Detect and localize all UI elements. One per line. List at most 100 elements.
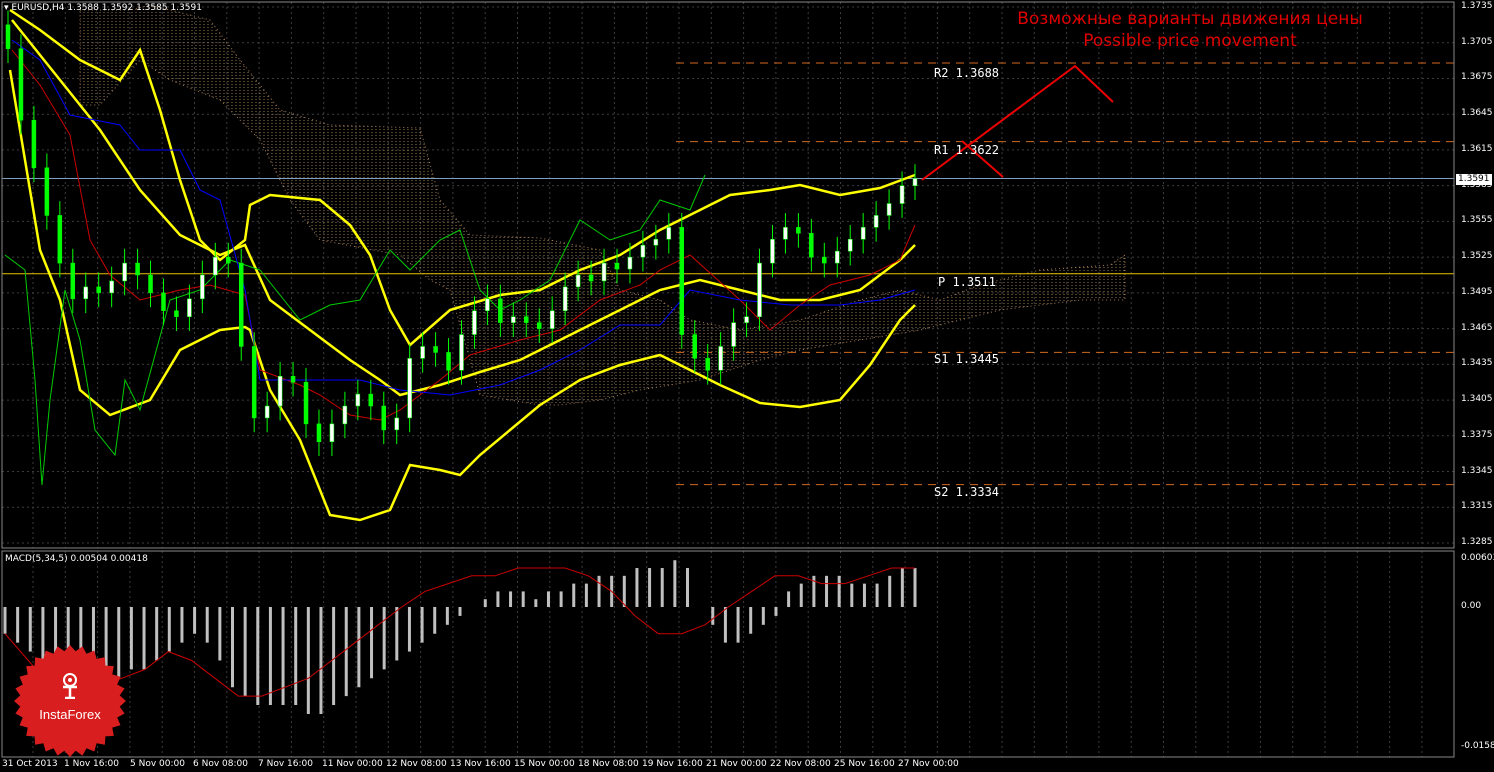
time-tick: 12 Nov 08:00: [386, 759, 447, 769]
candle-bull: [485, 298, 490, 311]
candle-bull: [575, 274, 581, 288]
bollinger-lower: [8, 69, 916, 522]
candle-bear: [5, 24, 11, 49]
candle-bull: [562, 286, 568, 311]
chart-header: ▾ EURUSD,H4 1.3588 1.3592 1.3585 1.3591: [4, 3, 202, 13]
time-tick: 11 Nov 00:00: [322, 759, 383, 769]
macd-signal-line: [4, 567, 915, 697]
candle-bull: [886, 203, 892, 216]
candle-bull: [744, 316, 749, 323]
candle-bull: [912, 178, 918, 186]
time-tick: 19 Nov 16:00: [642, 759, 703, 769]
time-tick: 15 Nov 00:00: [514, 759, 575, 769]
symbol-label: EURUSD,H4: [11, 3, 65, 13]
candle-bull: [394, 417, 399, 431]
time-tick: 25 Nov 16:00: [834, 759, 895, 769]
time-tick: 6 Nov 08:00: [193, 759, 248, 769]
candle-bear: [251, 346, 257, 419]
candle-bull: [277, 375, 283, 407]
time-tick: 1 Nov 16:00: [64, 759, 119, 769]
candle-bull: [420, 346, 425, 359]
candle-bull: [666, 227, 672, 240]
bollinger-upper: [9, 8, 916, 347]
price-tick: 1.3345: [1461, 465, 1493, 476]
candle-bear: [316, 423, 322, 443]
macd-header: MACD(5,34,5) 0.00504 0.00418: [5, 554, 148, 564]
candle-bear: [692, 334, 697, 359]
pivot-levels: [2, 62, 1454, 486]
logo-badge-icon: [14, 645, 126, 757]
price-tick: 1.3555: [1461, 215, 1493, 226]
candle-bear: [18, 48, 24, 121]
candle-bear: [161, 292, 166, 311]
candle-bear: [226, 256, 231, 264]
annotation-english: Possible price movement: [1083, 31, 1297, 51]
candle-bull: [640, 244, 646, 258]
time-tick: 13 Nov 16:00: [450, 759, 511, 769]
candle-bear: [238, 262, 244, 347]
logo-figure-icon: [63, 673, 77, 699]
indicator-lines: [2, 8, 1454, 522]
candle-bull: [549, 310, 555, 329]
candle-bull: [873, 215, 879, 228]
macd-tick-bottom: -0.01582: [1461, 741, 1494, 751]
price-tick: 1.3735: [1461, 1, 1493, 11]
price-tick: 1.3375: [1461, 429, 1493, 440]
current-price-tag: 1.3591: [1456, 174, 1492, 185]
candle-bear: [96, 286, 101, 294]
candle-bull: [627, 256, 633, 270]
price-tick: 1.3645: [1461, 108, 1493, 119]
level-label-s2: S2 1.3334: [934, 485, 1000, 499]
candle-bull: [109, 280, 114, 294]
level-label-r2: R2 1.3688: [934, 66, 1000, 80]
candle-bear: [524, 316, 529, 323]
candle-bear: [796, 227, 801, 234]
candle-bear: [446, 352, 451, 371]
price-projection: [921, 64, 1114, 181]
macd-label: MACD(5,34,5): [5, 554, 68, 564]
candle-bear: [498, 298, 503, 323]
candle-bear: [368, 393, 374, 407]
candle-bull: [718, 346, 723, 371]
time-tick: 27 Nov 00:00: [898, 759, 959, 769]
candle-bull: [407, 358, 412, 419]
logo-text: InstaForex: [39, 707, 101, 722]
candle-bull: [835, 250, 840, 264]
candle-bear: [588, 274, 594, 282]
candle-bull: [459, 334, 464, 371]
candle-bull: [187, 298, 192, 317]
candle-bear: [44, 167, 50, 216]
candle-bull: [472, 310, 477, 335]
cloud-outline: [79, 4, 1126, 406]
candle-bull: [601, 262, 607, 282]
candle-bear: [174, 310, 179, 317]
candle-bull: [770, 239, 775, 264]
macd-tick-top: 0.00603: [1461, 553, 1494, 563]
time-tick: 22 Nov 08:00: [770, 759, 831, 769]
candle-bull: [329, 423, 335, 443]
main-pane-border: [1, 1, 1455, 549]
candle-bull: [213, 256, 218, 276]
candle-bear: [303, 381, 309, 425]
price-tick: 1.3675: [1461, 72, 1493, 83]
price-tick: 1.3285: [1461, 537, 1493, 547]
instaforex-logo: InstaForex: [14, 645, 126, 757]
candle-bear: [57, 215, 63, 264]
candle-bull: [783, 227, 788, 240]
price-tick: 1.3615: [1461, 143, 1493, 154]
candle-bear: [433, 346, 438, 353]
price-tick: 1.3405: [1461, 394, 1493, 405]
candle-bear: [705, 358, 710, 371]
candle-bear: [31, 119, 37, 169]
candle-bear: [536, 322, 542, 329]
price-tick: 1.3525: [1461, 251, 1493, 262]
candle-bull: [653, 239, 659, 246]
macd-values: 0.00504 0.00418: [70, 554, 148, 564]
macd-panel: [3, 560, 917, 714]
candle-bull: [899, 185, 905, 204]
candle-bull: [847, 239, 853, 252]
candle-bull: [355, 393, 361, 407]
candle-bull: [83, 286, 88, 300]
price-tick: 1.3495: [1461, 286, 1493, 297]
price-tick: 1.3315: [1461, 501, 1493, 512]
